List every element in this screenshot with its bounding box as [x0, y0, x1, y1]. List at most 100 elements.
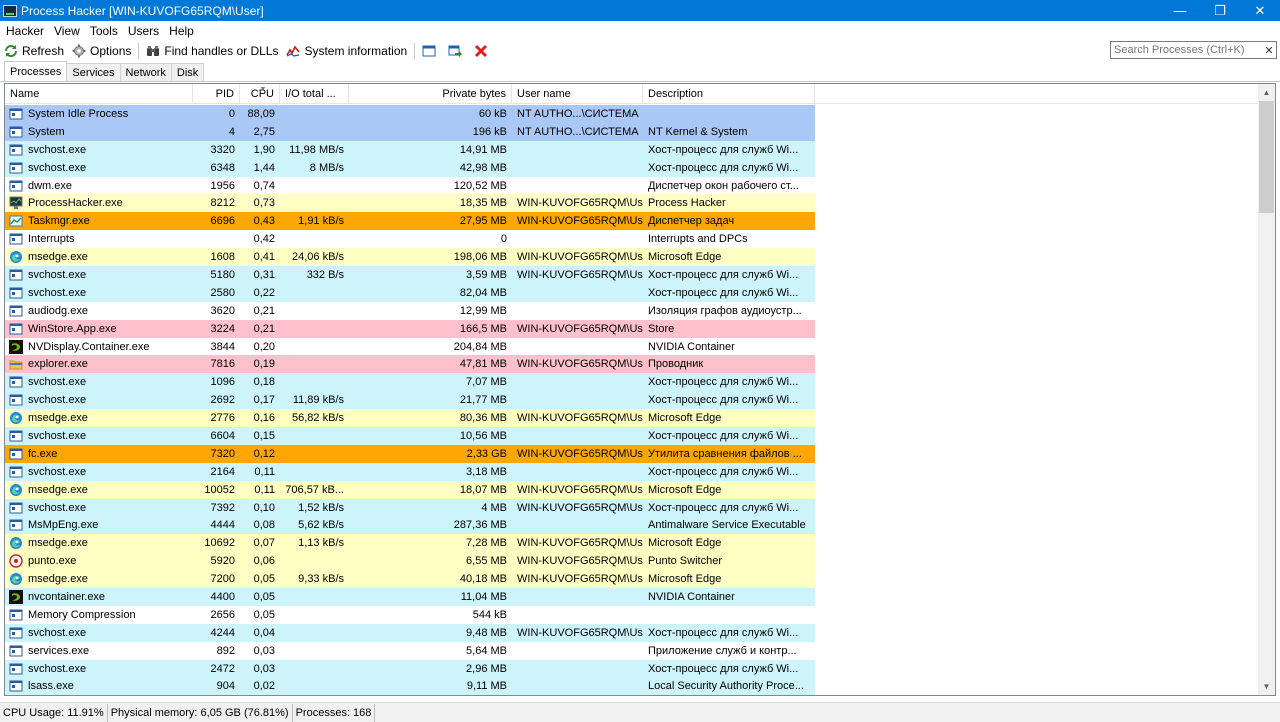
- table-row[interactable]: svchost.exe 2164 0,11 3,18 MB Хост-процесс д…: [5, 462, 815, 481]
- search-clear-icon[interactable]: ✕: [1262, 44, 1276, 57]
- cell-io-total: 56,82 kB/s: [292, 412, 344, 425]
- window-go-button[interactable]: [444, 41, 470, 61]
- table-row[interactable]: fc.exe 7320 0,12 2,33 GB WIN-KUVOFG65RQM\Us У…: [5, 444, 815, 463]
- cell-io-total: 9,33 kB/s: [298, 573, 344, 586]
- cell-name: lsass.exe: [5, 678, 193, 696]
- table-row[interactable]: lsass.exe 904 0,02 9,11 MB Local Security Au…: [5, 677, 815, 696]
- cell-description: NVIDIA Container: [648, 340, 735, 353]
- table-row[interactable]: nvcontainer.exe 4400 0,05 11,04 MB NVIDIA Co…: [5, 588, 815, 606]
- cell-name: explorer.exe: [5, 355, 193, 373]
- table-row[interactable]: svchost.exe 2580 0,22 82,04 MB Хост-процесс …: [5, 283, 815, 302]
- cell-pid: 2776: [210, 412, 235, 425]
- cell-description: Local Security Authority Proce...: [648, 680, 804, 693]
- maximize-button[interactable]: ❐: [1200, 0, 1240, 21]
- process-name: NVDisplay.Container.exe: [28, 340, 150, 353]
- window-icon: [9, 107, 23, 121]
- table-row[interactable]: svchost.exe 6348 1,44 8 MB/s 42,98 MB Хост-пр…: [5, 158, 815, 177]
- process-list[interactable]: Name PID ▼ CPU I/O total ... Private byte…: [4, 83, 1276, 696]
- system-information-button[interactable]: System information: [282, 41, 411, 61]
- cell-cpu: 0,11: [254, 483, 275, 496]
- cell-cpu: 0,11: [254, 465, 275, 478]
- refresh-label: Refresh: [22, 43, 65, 58]
- cell-io-total: 11,98 MB/s: [289, 143, 344, 156]
- close-button[interactable]: ✕: [1240, 0, 1280, 21]
- table-row[interactable]: svchost.exe 2472 0,03 2,96 MB Хост-процесс д…: [5, 659, 815, 678]
- table-row[interactable]: svchost.exe 5180 0,31 332 B/s 3,59 MB WIN-KUV…: [5, 266, 815, 284]
- cell-io-total: 332 B/s: [306, 268, 344, 281]
- table-row[interactable]: punto.exe 5920 0,06 6,55 MB WIN-KUVOFG65RQM\…: [5, 552, 815, 571]
- table-row[interactable]: WinStore.App.exe 3224 0,21 166,5 MB WIN-KUVO…: [5, 319, 815, 338]
- table-row[interactable]: msedge.exe 7200 0,05 9,33 kB/s 40,18 MB WIN-K…: [5, 570, 815, 589]
- title-bar[interactable]: Process Hacker [WIN-KUVOFG65RQM\User] — …: [0, 0, 1280, 21]
- options-button[interactable]: Options: [68, 41, 135, 61]
- scroll-thumb[interactable]: [1259, 101, 1274, 213]
- table-row[interactable]: audiodg.exe 3620 0,21 12,99 MB Изоляция граф…: [5, 301, 815, 320]
- cell-description: Microsoft Edge: [648, 483, 722, 496]
- table-row[interactable]: Memory Compression 2656 0,05 544 kB: [5, 605, 815, 624]
- column-private-bytes[interactable]: Private bytes: [349, 84, 512, 104]
- column-user-name[interactable]: User name: [512, 84, 643, 104]
- cell-cpu: 0,03: [253, 662, 275, 675]
- cell-private-bytes: 4 MB: [481, 501, 507, 514]
- cell-description: NT Kernel & System: [648, 125, 748, 138]
- cell-user-name: [512, 391, 643, 409]
- column-cpu[interactable]: ▼ CPU: [240, 84, 280, 104]
- cell-name: Interrupts: [5, 230, 193, 248]
- table-row[interactable]: dwm.exe 1956 0,74 120,52 MB Диспетчер окон р…: [5, 176, 815, 195]
- cell-pid: 1608: [210, 251, 235, 264]
- cell-private-bytes: 7,28 MB: [466, 537, 507, 550]
- cell-user-name: [512, 427, 643, 445]
- table-row[interactable]: svchost.exe 7392 0,10 1,52 kB/s 4 MB WIN-KUVO…: [5, 498, 815, 517]
- table-row[interactable]: explorer.exe 7816 0,19 47,81 MB WIN-KUVOFG65…: [5, 355, 815, 374]
- process-name: svchost.exe: [28, 465, 87, 478]
- tab-disk[interactable]: Disk: [170, 63, 205, 81]
- cell-pid: 5180: [210, 268, 235, 281]
- table-row[interactable]: msedge.exe 2776 0,16 56,82 kB/s 80,36 MB WIN-…: [5, 409, 815, 428]
- table-row[interactable]: msedge.exe 10692 0,07 1,13 kB/s 7,28 MB WIN-K…: [5, 534, 815, 553]
- menu-hacker[interactable]: Hacker: [0, 24, 48, 38]
- cell-name: msedge.exe: [5, 534, 193, 552]
- column-name[interactable]: Name: [5, 84, 193, 104]
- table-row[interactable]: svchost.exe 6604 0,15 10,56 MB Хост-процесс …: [5, 427, 815, 445]
- table-row[interactable]: System Idle Process 0 88,09 60 kB NT AUTHO..…: [5, 105, 815, 123]
- table-row[interactable]: Interrupts 0,42 0 Interrupts and DPCs: [5, 230, 815, 249]
- cell-cpu: 0,08: [253, 519, 275, 532]
- terminate-button[interactable]: [470, 41, 496, 61]
- table-row[interactable]: Taskmgr.exe 6696 0,43 1,91 kB/s 27,95 MB WIN-…: [5, 212, 815, 231]
- table-row[interactable]: svchost.exe 2692 0,17 11,89 kB/s 21,77 MB Хос…: [5, 391, 815, 410]
- scroll-down-icon[interactable]: ▼: [1258, 678, 1275, 695]
- refresh-button[interactable]: Refresh: [0, 41, 68, 61]
- table-row[interactable]: svchost.exe 1096 0,18 7,07 MB Хост-процесс д…: [5, 373, 815, 392]
- menu-tools[interactable]: Tools: [84, 24, 122, 38]
- search-box[interactable]: ✕: [1110, 41, 1277, 59]
- tab-network[interactable]: Network: [119, 63, 172, 81]
- menu-help[interactable]: Help: [163, 24, 198, 38]
- find-handles-button[interactable]: Find handles or DLLs: [142, 41, 282, 61]
- search-input[interactable]: [1111, 44, 1262, 56]
- column-description[interactable]: Description: [643, 84, 815, 104]
- table-row[interactable]: msedge.exe 1608 0,41 24,06 kB/s 198,06 MB WIN…: [5, 248, 815, 267]
- column-pid[interactable]: PID: [193, 84, 240, 104]
- show-window-button[interactable]: [418, 41, 444, 61]
- table-row[interactable]: svchost.exe 4244 0,04 9,48 MB WIN-KUVOFG65RQ…: [5, 623, 815, 642]
- table-row[interactable]: msedge.exe 10052 0,11 706,57 kB... 18,07 MB W…: [5, 480, 815, 499]
- column-io-total[interactable]: I/O total ...: [280, 84, 349, 104]
- cell-private-bytes: 7,07 MB: [466, 376, 507, 389]
- cell-name: WinStore.App.exe: [5, 320, 193, 338]
- table-row[interactable]: System 4 2,75 196 kB NT AUTHO...\СИСТЕМА NT K…: [5, 122, 815, 141]
- menu-users[interactable]: Users: [122, 24, 163, 38]
- cell-description: Punto Switcher: [648, 555, 722, 568]
- tab-processes[interactable]: Processes: [4, 61, 68, 81]
- status-process-count: Processes: 168: [293, 703, 376, 722]
- cell-user-name: WIN-KUVOFG65RQM\Us: [517, 358, 643, 371]
- table-row[interactable]: services.exe 892 0,03 5,64 MB Приложение слу…: [5, 641, 815, 660]
- table-row[interactable]: NVDisplay.Container.exe 3844 0,20 204,84 MB…: [5, 337, 815, 356]
- menu-view[interactable]: View: [48, 24, 84, 38]
- scroll-up-icon[interactable]: ▲: [1258, 84, 1275, 101]
- vertical-scrollbar[interactable]: ▲ ▼: [1258, 84, 1275, 695]
- table-row[interactable]: MsMpEng.exe 4444 0,08 5,62 kB/s 287,36 MB Ant…: [5, 516, 815, 535]
- table-row[interactable]: ProcessHacker.exe 8212 0,73 18,35 MB WIN-KUV…: [5, 194, 815, 213]
- tab-services[interactable]: Services: [66, 63, 121, 81]
- minimize-button[interactable]: —: [1160, 0, 1200, 21]
- table-row[interactable]: svchost.exe 3320 1,90 11,98 MB/s 14,91 MB Хос…: [5, 140, 815, 159]
